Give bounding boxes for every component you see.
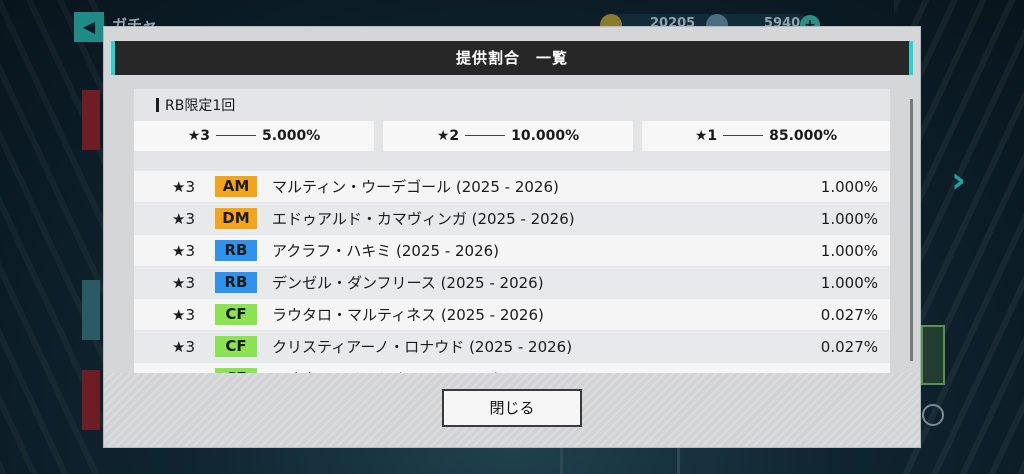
rarity-rate: 85.000% bbox=[769, 128, 838, 144]
player-rate: 1.000% bbox=[820, 210, 878, 228]
position-badge: RB bbox=[215, 240, 257, 261]
rates-scroll-area[interactable]: RB限定1回 ★3 5.000% ★2 10.000% ★1 85.000% ★3 A… bbox=[134, 89, 890, 373]
rarity-rate: 10.000% bbox=[511, 128, 580, 144]
position-badge: AM bbox=[215, 176, 257, 197]
player-rarity: ★3 bbox=[172, 242, 195, 260]
player-name: リオネル・メッシ (2025 - 2026) bbox=[272, 363, 500, 373]
rarity-star: ★3 bbox=[187, 128, 210, 144]
player-rate: 1.000% bbox=[820, 274, 878, 292]
player-name: デンゼル・ダンフリース (2025 - 2026) bbox=[272, 274, 544, 292]
player-rate: 0.027% bbox=[820, 338, 878, 356]
player-name: ラウタロ・マルティネス (2025 - 2026) bbox=[272, 306, 544, 324]
list-item: ★3 RB アクラフ・ハキミ (2025 - 2026) 1.000% bbox=[134, 235, 890, 266]
background-sign bbox=[560, 445, 680, 474]
back-arrow-icon[interactable]: ◀ bbox=[74, 12, 104, 42]
rarity-summary-3star: ★3 5.000% bbox=[134, 121, 374, 151]
close-button[interactable]: 閉じる bbox=[442, 389, 582, 427]
list-item: ★3 CF ラウタロ・マルティネス (2025 - 2026) 0.027% bbox=[134, 299, 890, 330]
rarity-divider bbox=[215, 135, 256, 136]
rates-modal: 提供割合 一覧 RB限定1回 ★3 5.000% ★2 10.000% ★1 85.0… bbox=[104, 27, 920, 447]
rarity-divider bbox=[465, 135, 506, 136]
player-rarity: ★3 bbox=[172, 306, 195, 324]
position-badge: RB bbox=[215, 272, 257, 293]
list-item: ★3 CF クリスティアーノ・ロナウド (2025 - 2026) 0.027% bbox=[134, 331, 890, 362]
background-card bbox=[82, 280, 100, 340]
player-rate: 1.000% bbox=[820, 242, 878, 260]
player-name: アクラフ・ハキミ (2025 - 2026) bbox=[272, 242, 500, 260]
player-rarity: ★3 bbox=[172, 274, 195, 292]
player-name: クリスティアーノ・ロナウド (2025 - 2026) bbox=[272, 338, 573, 356]
player-rarity: ★3 bbox=[172, 363, 195, 373]
background-card bbox=[82, 90, 100, 150]
background-side-panel bbox=[921, 325, 945, 385]
player-rarity: ★3 bbox=[172, 178, 195, 196]
list-item: ★3 CF リオネル・メッシ (2025 - 2026) 0.027% bbox=[134, 363, 890, 373]
player-name: マルティン・ウーデゴール (2025 - 2026) bbox=[272, 178, 559, 196]
rarity-rate: 5.000% bbox=[261, 128, 321, 144]
scrollbar-thumb[interactable] bbox=[910, 99, 913, 361]
player-name: エドゥアルド・カマヴィンガ (2025 - 2026) bbox=[272, 210, 575, 228]
position-badge: DM bbox=[215, 208, 257, 229]
rarity-divider bbox=[723, 135, 764, 136]
position-badge: CF bbox=[215, 304, 257, 325]
rarity-star: ★2 bbox=[436, 128, 460, 144]
list-item: ★3 AM マルティン・ウーデゴール (2025 - 2026) 1.000% bbox=[134, 171, 890, 202]
rarity-summary-1star: ★1 85.000% bbox=[642, 121, 890, 151]
background-circle-icon bbox=[922, 404, 944, 426]
modal-footer: 閉じる bbox=[104, 373, 920, 447]
list-item: ★3 RB デンゼル・ダンフリース (2025 - 2026) 1.000% bbox=[134, 267, 890, 298]
rarity-star: ★1 bbox=[694, 128, 718, 144]
modal-title: 提供割合 一覧 bbox=[455, 49, 568, 67]
player-rarity: ★3 bbox=[172, 338, 195, 356]
rarity-summary: ★3 5.000% ★2 10.000% ★1 85.000% bbox=[134, 121, 890, 151]
list-item: ★3 DM エドゥアルド・カマヴィンガ (2025 - 2026) 1.000% bbox=[134, 203, 890, 234]
player-rate: 1.000% bbox=[820, 178, 878, 196]
section-title: RB限定1回 bbox=[156, 95, 235, 115]
player-rarity: ★3 bbox=[172, 210, 195, 228]
background-card bbox=[82, 370, 100, 430]
rarity-summary-2star: ★2 10.000% bbox=[383, 121, 633, 151]
position-badge: CF bbox=[215, 336, 257, 357]
player-rate: 0.027% bbox=[821, 363, 878, 373]
player-rate: 0.027% bbox=[820, 306, 878, 324]
next-arrow-icon: › bbox=[951, 160, 966, 201]
modal-header: 提供割合 一覧 bbox=[111, 41, 913, 75]
